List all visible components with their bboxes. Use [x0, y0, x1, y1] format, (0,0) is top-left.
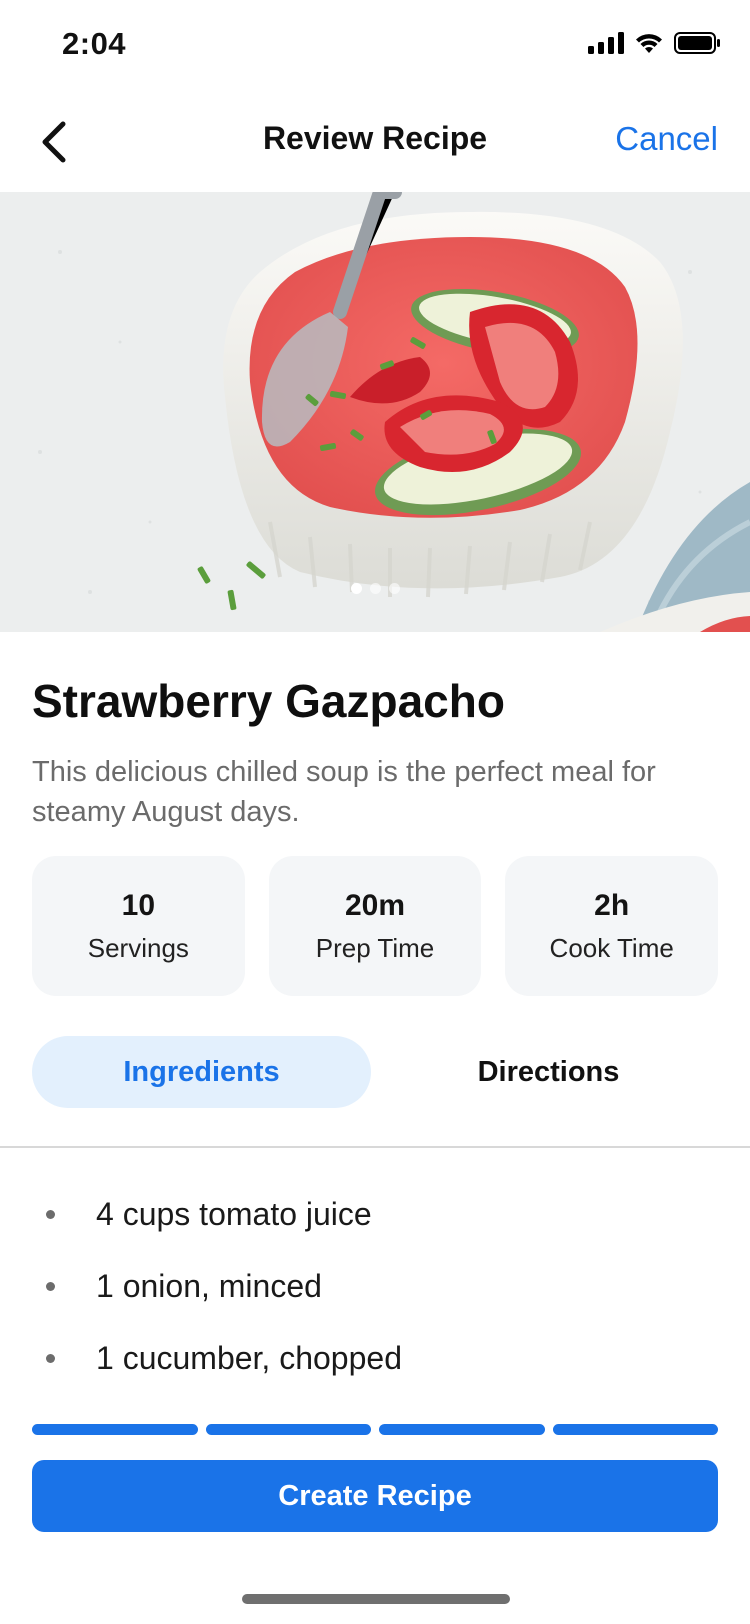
bullet-icon [46, 1209, 55, 1219]
stat-value: 20m [344, 888, 406, 922]
status-bar: 2:04 [0, 0, 750, 92]
carousel-dot[interactable] [350, 583, 362, 594]
tab-directions[interactable]: Directions [379, 1036, 718, 1108]
ingredient-text: 4 cups tomato juice [96, 1195, 372, 1232]
bullet-icon [46, 1353, 55, 1363]
create-recipe-button[interactable]: Create Recipe [32, 1460, 718, 1532]
recipe-photo-carousel[interactable] [0, 192, 750, 632]
list-item: 1 onion, minced [0, 1250, 750, 1322]
progress-segment [552, 1424, 718, 1435]
cellular-signal-icon [588, 32, 624, 54]
ingredient-text: 1 cucumber, chopped [96, 1339, 402, 1376]
battery-icon [674, 32, 720, 54]
recipe-stats: 10 Servings 20m Prep Time 2h Cook Time [32, 856, 719, 996]
recipe-title: Strawberry Gazpacho [32, 675, 505, 727]
carousel-dot[interactable] [388, 583, 400, 594]
status-icons [588, 32, 720, 54]
progress-segment [32, 1424, 198, 1435]
recipe-description: This delicious chilled soup is the perfe… [32, 756, 656, 828]
carousel-page-dots [0, 583, 750, 594]
ingredient-text: 1 onion, minced [96, 1267, 322, 1304]
list-item: 4 cups tomato juice [0, 1178, 750, 1250]
recipe-tabs: Ingredients Directions [32, 1036, 718, 1108]
progress-segment [205, 1424, 371, 1435]
status-time: 2:04 [62, 26, 127, 61]
recipe-photo [0, 192, 750, 632]
cook-time-card: 2h Cook Time [505, 856, 719, 996]
cancel-button[interactable]: Cancel [615, 120, 718, 158]
bullet-icon [46, 1281, 55, 1291]
ingredients-list: 4 cups tomato juice 1 onion, minced 1 cu… [0, 1178, 750, 1394]
stat-label: Prep Time [315, 932, 435, 963]
divider [0, 1146, 750, 1148]
prep-time-card: 20m Prep Time [268, 856, 482, 996]
wifi-icon [636, 34, 662, 53]
stat-value: 2h [594, 888, 630, 922]
tab-ingredients[interactable]: Ingredients [32, 1036, 371, 1108]
progress-segment [379, 1424, 545, 1435]
home-indicator[interactable] [242, 1594, 510, 1604]
stat-label: Servings [87, 932, 189, 963]
list-item: 1 cucumber, chopped [0, 1322, 750, 1394]
servings-card: 10 Servings [32, 856, 245, 996]
stat-label: Cook Time [549, 932, 674, 963]
carousel-dot[interactable] [369, 583, 381, 594]
nav-bar: Review Recipe Cancel [0, 92, 750, 193]
stat-value: 10 [121, 888, 156, 922]
progress-indicator [32, 1424, 718, 1435]
